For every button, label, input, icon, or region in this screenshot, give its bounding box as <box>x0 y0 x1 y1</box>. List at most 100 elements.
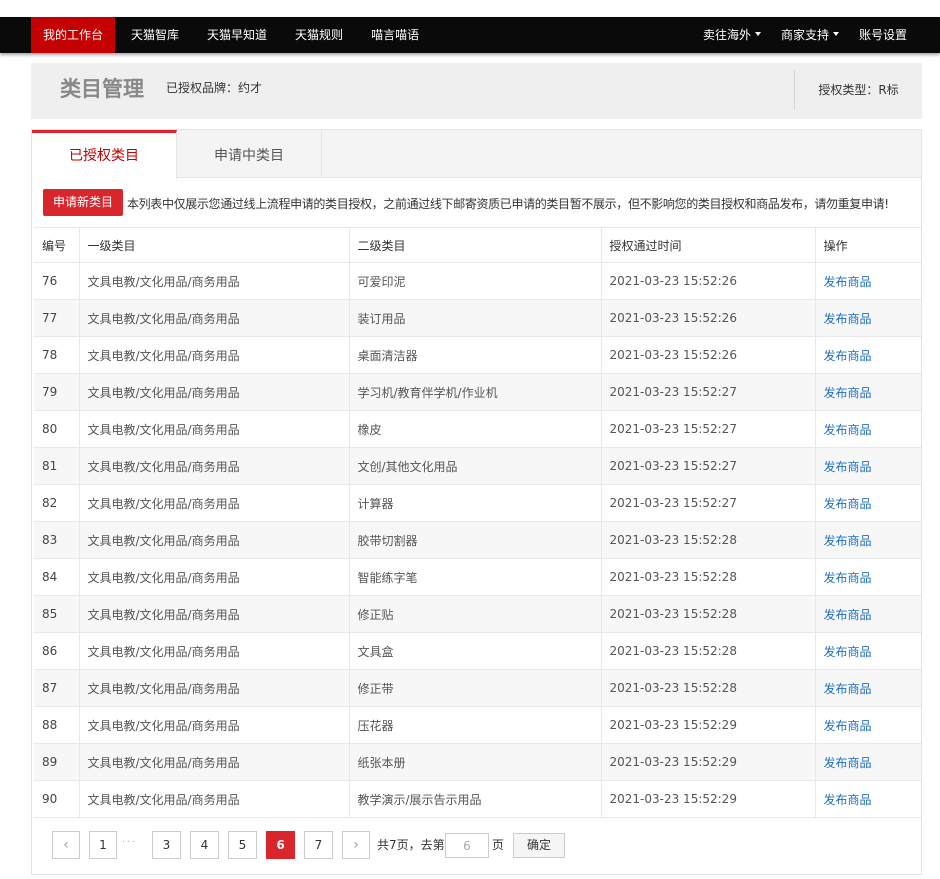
page-button-4[interactable]: 4 <box>190 831 219 859</box>
table-row: 79 文具电教/文化用品/商务用品 学习机/教育伴学机/作业机 2021-03-23 … <box>34 373 921 411</box>
tab-pending-categories[interactable]: 申请中类目 <box>177 130 322 178</box>
cell-action: 发布商品 <box>815 447 921 485</box>
nav-account-settings[interactable]: 账号设置 <box>849 17 917 53</box>
notice-text: 本列表中仅展示您通过线上流程申请的类目授权，之前通过线下邮寄资质已申请的类目暂不… <box>127 197 889 211</box>
col-header-id: 编号 <box>34 227 80 263</box>
cell-auth-time: 2021-03-23 15:52:28 <box>601 595 816 633</box>
cell-auth-time: 2021-03-23 15:52:28 <box>601 632 816 670</box>
nav-merchant-support[interactable]: 商家支持 <box>771 17 849 53</box>
total-pages-text: 共7页，去第 <box>377 838 445 852</box>
cell-level2-category: 桌面清洁器 <box>349 336 602 374</box>
table-row: 83 文具电教/文化用品/商务用品 胶带切割器 2021-03-23 15:52:28… <box>34 521 921 559</box>
publish-product-link[interactable]: 发布商品 <box>824 423 872 437</box>
nav-sell-overseas[interactable]: 卖往海外 <box>693 17 771 53</box>
cell-id: 88 <box>34 706 80 744</box>
cell-action: 发布商品 <box>815 595 921 633</box>
publish-product-link[interactable]: 发布商品 <box>824 719 872 733</box>
publish-product-link[interactable]: 发布商品 <box>824 756 872 770</box>
col-header-level1: 一级类目 <box>79 227 350 263</box>
cell-auth-time: 2021-03-23 15:52:27 <box>601 410 816 448</box>
top-nav-right: 卖往海外 商家支持 账号设置 <box>693 17 917 53</box>
notice-bar: 申请新类目 本列表中仅展示您通过线上流程申请的类目授权，之前通过线下邮寄资质已申… <box>43 189 921 217</box>
cell-level1-category: 文具电教/文化用品/商务用品 <box>79 336 350 374</box>
top-nav-bar: 我的工作台 天猫智库 天猫早知道 天猫规则 喵言喵语 卖往海外 商家支持 账号设… <box>0 17 940 53</box>
col-header-level2: 二级类目 <box>349 227 602 263</box>
page-title: 类目管理 <box>60 77 144 101</box>
publish-product-link[interactable]: 发布商品 <box>824 275 872 289</box>
cell-auth-time: 2021-03-23 15:52:26 <box>601 336 816 374</box>
page-button-current[interactable]: 6 <box>266 831 295 859</box>
nav-my-workbench[interactable]: 我的工作台 <box>31 17 116 53</box>
table-row: 89 文具电教/文化用品/商务用品 纸张本册 2021-03-23 15:52:29 发… <box>34 743 921 781</box>
table-row: 87 文具电教/文化用品/商务用品 修正带 2021-03-23 15:52:28 发布… <box>34 669 921 707</box>
cell-id: 79 <box>34 373 80 411</box>
cell-level2-category: 文具盒 <box>349 632 602 670</box>
page-button-7[interactable]: 7 <box>304 831 333 859</box>
page-button-5[interactable]: 5 <box>228 831 257 859</box>
cell-level1-category: 文具电教/文化用品/商务用品 <box>79 558 350 596</box>
publish-product-link[interactable]: 发布商品 <box>824 534 872 548</box>
cell-level2-category: 橡皮 <box>349 410 602 448</box>
authorized-brand-label: 已授权品牌：约才 <box>166 81 263 95</box>
caret-down-icon <box>754 31 761 36</box>
publish-product-link[interactable]: 发布商品 <box>824 571 872 585</box>
publish-product-link[interactable]: 发布商品 <box>824 312 872 326</box>
cell-auth-time: 2021-03-23 15:52:26 <box>601 299 816 337</box>
caret-down-icon <box>832 31 839 36</box>
cell-level1-category: 文具电教/文化用品/商务用品 <box>79 373 350 411</box>
publish-product-link[interactable]: 发布商品 <box>824 460 872 474</box>
nav-tmall-think-tank[interactable]: 天猫智库 <box>119 17 191 53</box>
cell-level2-category: 智能练字笔 <box>349 558 602 596</box>
next-page-button[interactable]: › <box>342 831 370 859</box>
tab-authorized-categories[interactable]: 已授权类目 <box>32 130 177 179</box>
goto-confirm-button[interactable]: 确定 <box>513 833 565 858</box>
goto-page-input[interactable] <box>445 833 489 858</box>
category-table: 编号 一级类目 二级类目 授权通过时间 操作 76 文具电教/文化用品/商务用品可… <box>34 227 921 818</box>
cell-auth-time: 2021-03-23 15:52:28 <box>601 558 816 596</box>
nav-miao-talk[interactable]: 喵言喵语 <box>359 17 431 53</box>
cell-auth-time: 2021-03-23 15:52:29 <box>601 743 816 781</box>
publish-product-link[interactable]: 发布商品 <box>824 682 872 696</box>
publish-product-link[interactable]: 发布商品 <box>824 386 872 400</box>
cell-id: 87 <box>34 669 80 707</box>
table-row: 88 文具电教/文化用品/商务用品 压花器 2021-03-23 15:52:29 发布… <box>34 706 921 744</box>
cell-action: 发布商品 <box>815 558 921 596</box>
table-row: 82 文具电教/文化用品/商务用品 计算器 2021-03-23 15:52:27 发布… <box>34 484 921 522</box>
cell-auth-time: 2021-03-23 15:52:28 <box>601 521 816 559</box>
nav-merchant-support-label: 商家支持 <box>780 28 829 42</box>
col-header-action: 操作 <box>815 227 921 263</box>
table-row: 84 文具电教/文化用品/商务用品 智能练字笔 2021-03-23 15:52:28… <box>34 558 921 596</box>
cell-level1-category: 文具电教/文化用品/商务用品 <box>79 484 350 522</box>
cell-level1-category: 文具电教/文化用品/商务用品 <box>79 447 350 485</box>
page-button-3[interactable]: 3 <box>152 831 181 859</box>
cell-level1-category: 文具电教/文化用品/商务用品 <box>79 262 350 300</box>
apply-new-category-button[interactable]: 申请新类目 <box>43 189 123 216</box>
cell-id: 78 <box>34 336 80 374</box>
cell-level1-category: 文具电教/文化用品/商务用品 <box>79 669 350 707</box>
publish-product-link[interactable]: 发布商品 <box>824 608 872 622</box>
publish-product-link[interactable]: 发布商品 <box>824 349 872 363</box>
table-row: 76 文具电教/文化用品/商务用品 可爱印泥 2021-03-23 15:52:26 发… <box>34 262 921 300</box>
cell-id: 85 <box>34 595 80 633</box>
publish-product-link[interactable]: 发布商品 <box>824 645 872 659</box>
cell-auth-time: 2021-03-23 15:52:27 <box>601 484 816 522</box>
nav-tmall-rules[interactable]: 天猫规则 <box>283 17 355 53</box>
cell-action: 发布商品 <box>815 373 921 411</box>
nav-sell-overseas-label: 卖往海外 <box>702 28 751 42</box>
table-row: 80 文具电教/文化用品/商务用品 橡皮 2021-03-23 15:52:27 发布商… <box>34 410 921 448</box>
cell-id: 84 <box>34 558 80 596</box>
page-button-1[interactable]: 1 <box>89 831 117 859</box>
prev-page-button[interactable]: ‹ <box>52 831 80 859</box>
pagination: ‹ 1 ··· 3 4 5 6 7 › 共7页，去第 页 确定 <box>52 831 612 859</box>
publish-product-link[interactable]: 发布商品 <box>824 793 872 807</box>
cell-id: 82 <box>34 484 80 522</box>
cell-action: 发布商品 <box>815 669 921 707</box>
table-row: 78 文具电教/文化用品/商务用品 桌面清洁器 2021-03-23 15:52:26… <box>34 336 921 374</box>
cell-action: 发布商品 <box>815 632 921 670</box>
cell-level2-category: 修正贴 <box>349 595 602 633</box>
publish-product-link[interactable]: 发布商品 <box>824 497 872 511</box>
cell-id: 83 <box>34 521 80 559</box>
cell-action: 发布商品 <box>815 299 921 337</box>
chevron-left-icon: ‹ <box>63 837 69 853</box>
nav-tmall-early-know[interactable]: 天猫早知道 <box>195 17 279 53</box>
